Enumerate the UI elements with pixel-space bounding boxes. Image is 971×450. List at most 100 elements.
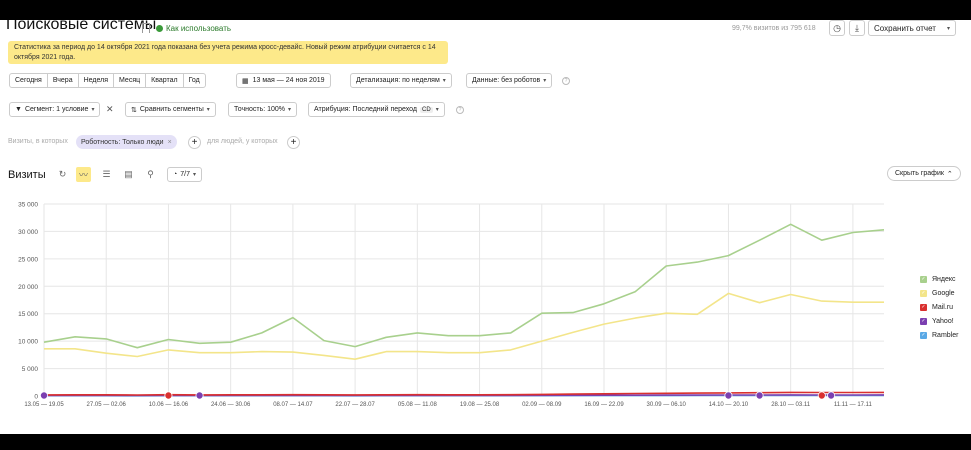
attribution-select[interactable]: Атрибуция: Последний переход CD ▾ bbox=[308, 102, 445, 117]
metric-title: Визиты bbox=[8, 169, 46, 181]
chevron-up-icon: ⌃ bbox=[946, 170, 953, 178]
close-icon[interactable]: × bbox=[168, 139, 172, 146]
period-quarter-button[interactable]: Квартал bbox=[145, 73, 184, 88]
x-tick-label: 05.08 — 11.08 bbox=[398, 402, 438, 408]
period-month-button[interactable]: Месяц bbox=[113, 73, 147, 88]
accuracy-select[interactable]: Точность: 100% ▾ bbox=[228, 102, 298, 117]
report-screen: Поисковые системы Как использовать 99,7%… bbox=[0, 20, 971, 434]
x-tick-label: 14.10 — 20.10 bbox=[709, 402, 749, 408]
checkbox-icon[interactable]: ✓ bbox=[920, 275, 927, 283]
annotation-marker-icon bbox=[827, 391, 836, 400]
compare-segments-button[interactable]: ⇅ Сравнить сегменты ▾ bbox=[125, 102, 216, 117]
legend-label: Яндекс bbox=[932, 275, 956, 283]
chart-series bbox=[43, 223, 885, 397]
x-tick-label: 24.06 — 30.06 bbox=[211, 402, 251, 408]
x-tick-label: 10.06 — 16.06 bbox=[149, 402, 189, 408]
segment-label: Сегмент: 1 условие bbox=[24, 106, 89, 113]
bookmark-icon[interactable] bbox=[142, 23, 150, 33]
y-tick-label: 10 000 bbox=[18, 339, 38, 346]
x-tick-label: 22.07 — 28.07 bbox=[335, 402, 375, 408]
add-visit-filter-button[interactable]: + bbox=[188, 136, 201, 149]
data-label: Данные: без роботов bbox=[472, 77, 541, 84]
annotation-marker-icon bbox=[40, 391, 49, 400]
x-axis-ticks: 13.05 — 19.05 27.05 — 02.06 10.06 — 16.06 2… bbox=[24, 402, 872, 408]
visits-share-text: 99,7% визитов из 795 618 bbox=[732, 25, 816, 32]
clear-segment-icon[interactable]: ✕ bbox=[106, 104, 114, 115]
series-count: 7/7 bbox=[180, 171, 190, 178]
checkbox-icon[interactable]: ✓ bbox=[920, 317, 927, 325]
clock-icon: ◷ bbox=[833, 22, 841, 33]
chevron-down-icon: ▾ bbox=[442, 78, 446, 84]
y-tick-label: 25 000 bbox=[18, 256, 38, 263]
help-icon[interactable]: ? bbox=[456, 106, 464, 114]
compare-label: Сравнить сегменты bbox=[139, 106, 204, 113]
line-chart-icon[interactable]: 〰 bbox=[76, 167, 91, 182]
legend-item[interactable]: ✓ Rambler bbox=[920, 328, 958, 342]
add-people-filter-button[interactable]: + bbox=[287, 136, 300, 149]
clock-button[interactable]: ◷ bbox=[829, 20, 845, 36]
howto-link[interactable]: Как использовать bbox=[156, 24, 231, 33]
refresh-icon[interactable]: ↻ bbox=[55, 167, 70, 182]
annotation-marker-icon bbox=[195, 391, 204, 400]
legend-item[interactable]: ✓ Google bbox=[920, 286, 958, 300]
table-icon[interactable]: ▤ bbox=[121, 167, 136, 182]
legend-item[interactable]: ✓ Яндекс bbox=[920, 272, 958, 286]
legend-item[interactable]: ✓ Yahoo! bbox=[920, 314, 958, 328]
chart-grid bbox=[43, 203, 884, 397]
save-report-button[interactable]: Сохранить отчет ▾ bbox=[868, 20, 956, 36]
data-select[interactable]: Данные: без роботов ▾ bbox=[466, 73, 553, 88]
x-tick-label: 28.10 — 03.11 bbox=[771, 402, 811, 408]
chevron-down-icon: ▾ bbox=[192, 172, 196, 178]
legend-label: Mail.ru bbox=[932, 303, 954, 311]
period-year-button[interactable]: Год bbox=[182, 73, 206, 88]
period-yesterday-button[interactable]: Вчера bbox=[46, 73, 79, 88]
checkbox-icon[interactable]: ✓ bbox=[920, 303, 927, 311]
page-title: Поисковые системы bbox=[6, 20, 157, 33]
period-week-button[interactable]: Неделя bbox=[77, 73, 115, 88]
detail-select[interactable]: Детализация: по неделям ▾ bbox=[350, 73, 452, 88]
info-icon bbox=[156, 25, 163, 32]
checkbox-icon[interactable]: ✓ bbox=[920, 289, 927, 297]
hide-chart-label: Скрыть график bbox=[895, 170, 944, 177]
x-tick-label: 27.05 — 02.06 bbox=[87, 402, 127, 408]
filter-chip-label: Роботность: Только люди bbox=[81, 138, 164, 146]
date-range-label: 13 мая — 24 ноя 2019 bbox=[252, 77, 325, 84]
filter-icon: ▼ bbox=[15, 106, 22, 113]
area-chart-icon[interactable]: ☰ bbox=[99, 167, 114, 182]
annotation-marker-icon bbox=[755, 391, 764, 400]
series-select[interactable]: ◔ 7/7 ▾ bbox=[167, 167, 202, 182]
help-icon[interactable]: ? bbox=[562, 77, 570, 85]
y-tick-label: 20 000 bbox=[18, 284, 38, 291]
filter-chip-robots[interactable]: Роботность: Только люди × bbox=[76, 135, 177, 149]
chevron-down-icon: ▾ bbox=[435, 107, 439, 113]
y-tick-label: 5 000 bbox=[22, 366, 39, 373]
x-tick-label: 11.11 — 17.11 bbox=[834, 402, 873, 408]
period-presets: Сегодня Вчера Неделя Месяц Квартал Год bbox=[9, 73, 206, 88]
export-button[interactable]: ⤓ bbox=[849, 20, 865, 36]
howto-label: Как использовать bbox=[166, 24, 232, 33]
compare-icon: ⇅ bbox=[131, 106, 137, 114]
chart-legend: ✓ Яндекс ✓ Google ✓ Mail.ru ✓ Yahoo! ✓ Rambler bbox=[920, 272, 958, 342]
chevron-down-icon: ▾ bbox=[288, 107, 292, 113]
y-axis-ticks: 0 5 000 10 000 15 000 20 000 25 000 30 000 35 0… bbox=[18, 202, 38, 401]
period-today-button[interactable]: Сегодня bbox=[9, 73, 48, 88]
x-tick-label: 08.07 — 14.07 bbox=[273, 402, 313, 408]
checkbox-icon[interactable]: ✓ bbox=[920, 331, 927, 339]
x-tick-label: 13.05 — 19.05 bbox=[24, 402, 64, 408]
annotation-marker-icon bbox=[724, 391, 733, 400]
chevron-down-icon: ▾ bbox=[946, 25, 950, 32]
annotation-marker-icon bbox=[817, 391, 826, 400]
x-tick-label: 30.09 — 06.10 bbox=[647, 402, 687, 408]
date-range-button[interactable]: ▦ 13 мая — 24 ноя 2019 bbox=[236, 73, 331, 88]
hide-chart-button[interactable]: Скрыть график ⌃ bbox=[887, 166, 961, 181]
segment-button[interactable]: ▼ Сегмент: 1 условие ▾ bbox=[9, 102, 101, 117]
download-icon: ⤓ bbox=[855, 22, 859, 33]
accuracy-label: Точность: 100% bbox=[234, 106, 286, 113]
legend-item[interactable]: ✓ Mail.ru bbox=[920, 300, 958, 314]
x-tick-label: 02.09 — 08.09 bbox=[522, 402, 562, 408]
map-pin-icon[interactable]: ⚲ bbox=[143, 167, 158, 182]
annotation-marker-icon bbox=[164, 391, 173, 400]
legend-label: Yahoo! bbox=[932, 317, 954, 325]
notice-banner: Статистика за период до 14 октября 2021 … bbox=[8, 41, 448, 64]
attribution-label: Атрибуция: Последний переход bbox=[314, 106, 418, 113]
